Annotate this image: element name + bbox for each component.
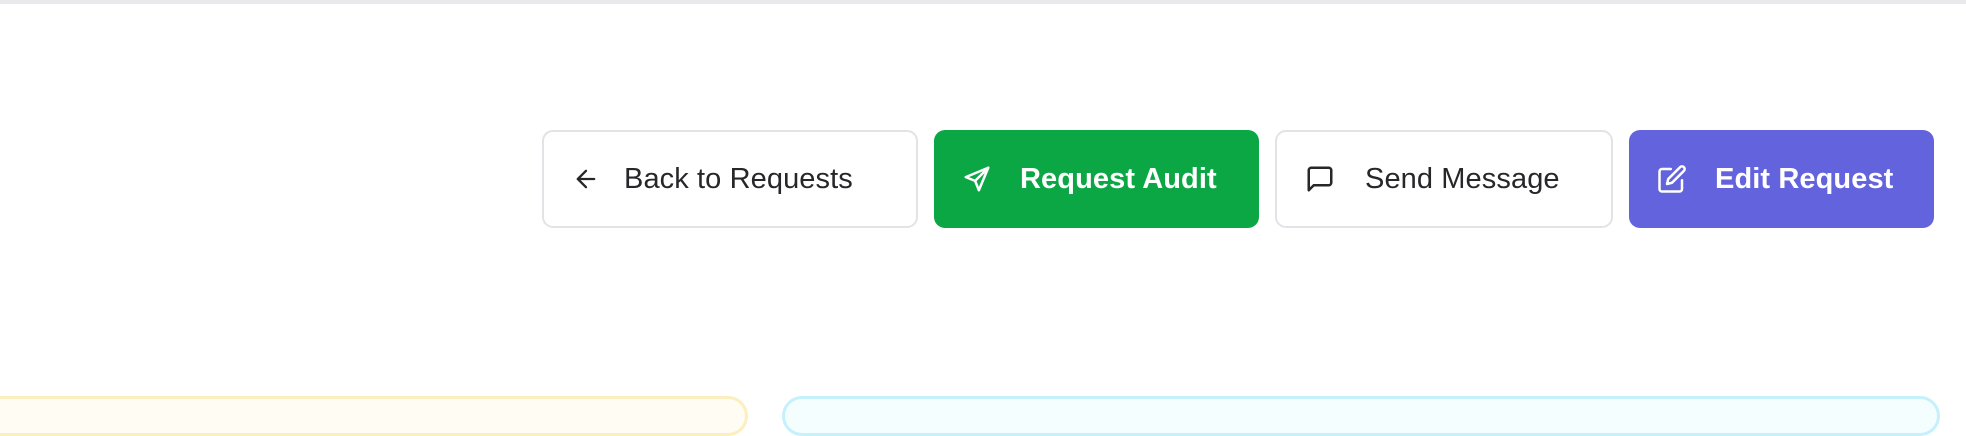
warning-card [0, 396, 748, 436]
arrow-left-icon [572, 165, 600, 193]
info-card [782, 396, 1940, 436]
edit-request-button[interactable]: Edit Request [1629, 130, 1934, 228]
request-actions-toolbar: Back to Requests Request Audit Send Mess… [542, 130, 1934, 228]
send-message-label: Send Message [1365, 162, 1560, 195]
header-divider [0, 0, 1966, 4]
edit-request-label: Edit Request [1715, 162, 1894, 195]
send-icon [962, 164, 992, 194]
message-square-icon [1305, 164, 1335, 194]
request-audit-button[interactable]: Request Audit [934, 130, 1259, 228]
send-message-button[interactable]: Send Message [1275, 130, 1613, 228]
request-audit-label: Request Audit [1020, 162, 1217, 195]
back-to-requests-button[interactable]: Back to Requests [542, 130, 918, 228]
edit-icon [1657, 164, 1687, 194]
back-to-requests-label: Back to Requests [624, 162, 853, 195]
